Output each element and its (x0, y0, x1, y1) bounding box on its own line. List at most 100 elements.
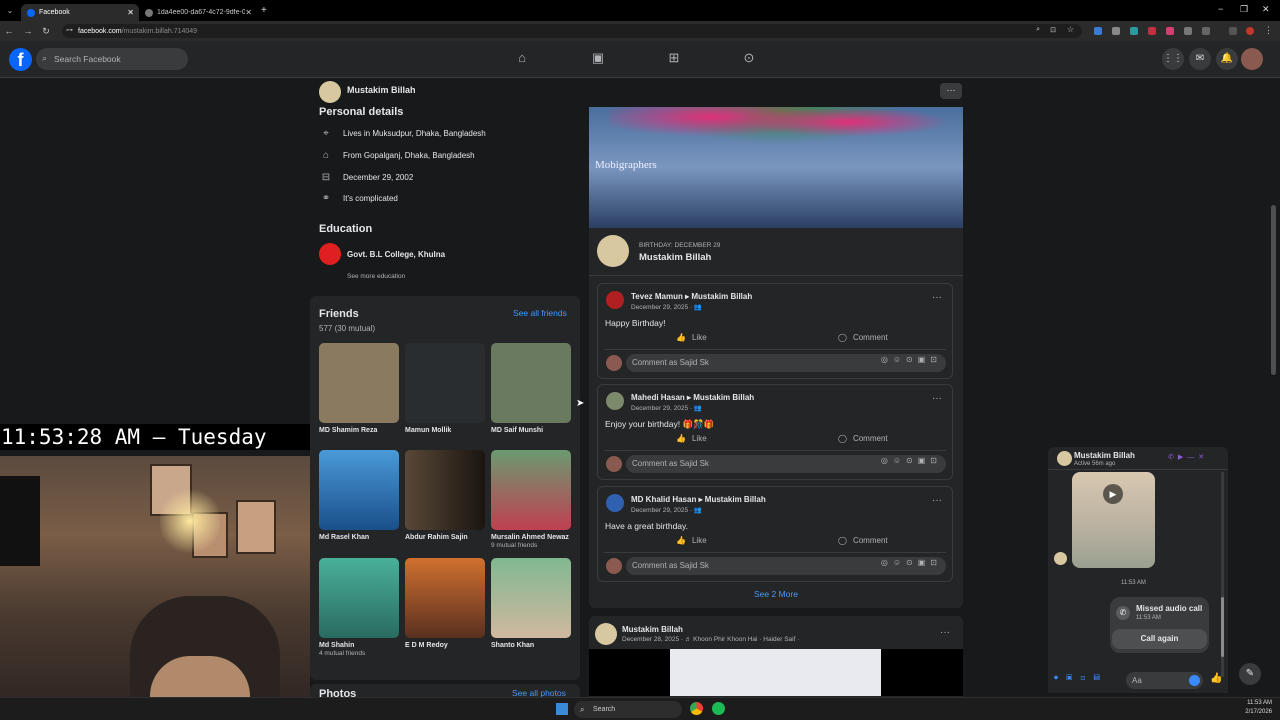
birthday-avatar[interactable] (597, 235, 629, 267)
friend-tile[interactable]: Md Rasel Khan (319, 450, 399, 541)
friend-tile[interactable]: Mursalin Ahmed Newaz 9 mutual friends (491, 450, 571, 549)
friend-name[interactable]: E D M Redoy (405, 642, 485, 649)
post-options-icon[interactable]: ··· (932, 393, 942, 404)
friend-tile[interactable]: Mamun Mollik (405, 343, 485, 434)
post-options-icon[interactable]: ··· (932, 495, 942, 506)
friend-name[interactable]: Mamun Mollik (405, 427, 485, 434)
browser-profile-icon[interactable] (1246, 27, 1254, 35)
marketplace-icon[interactable]: ⊞ (665, 50, 683, 68)
tab-facebook[interactable]: Facebook ✕ (21, 4, 139, 21)
friend-photo[interactable] (491, 450, 571, 530)
friend-tile[interactable]: Abdur Rahim Sajin (405, 450, 485, 541)
like-button[interactable]: 👍 Like (676, 434, 707, 443)
close-tab-icon[interactable]: ✕ (245, 8, 252, 17)
windows-start-icon[interactable] (556, 703, 568, 715)
author-avatar[interactable] (606, 392, 624, 410)
friend-tile[interactable]: Shanto Khan (491, 558, 571, 649)
chat-avatar[interactable] (1057, 451, 1072, 466)
birthday-name[interactable]: Mustakim Billah (639, 252, 711, 263)
post-options-icon[interactable]: ··· (940, 627, 950, 638)
video-icon[interactable]: ▣ (589, 50, 607, 68)
extension-icon[interactable] (1166, 27, 1174, 35)
friend-photo[interactable] (491, 343, 571, 423)
friend-photo[interactable] (319, 450, 399, 530)
close-tab-icon[interactable]: ✕ (127, 8, 134, 17)
author-avatar[interactable] (606, 494, 624, 512)
tab-list-icon[interactable]: ⌄ (3, 6, 17, 15)
post-date[interactable]: December 29, 2025 · 👥 (631, 303, 702, 311)
chat-contact-name[interactable]: Mustakim Billah (1074, 451, 1135, 460)
friend-photo[interactable] (405, 343, 485, 423)
new-message-button[interactable]: ✎ (1239, 663, 1261, 685)
menu-grid-icon[interactable]: ⋮⋮ (1162, 48, 1184, 70)
extension-icon[interactable] (1130, 27, 1138, 35)
minimize-button[interactable]: − (1218, 4, 1223, 14)
profile-name[interactable]: Mustakim Billah (347, 85, 416, 95)
author-name[interactable]: Mustakim Billah (622, 625, 683, 634)
extension-icon[interactable] (1094, 27, 1102, 35)
author-name[interactable]: MD Khalid Hasan ▸ Mustakim Billah (631, 495, 766, 504)
friend-photo[interactable] (319, 343, 399, 423)
tab-document[interactable]: 1da4ee00-da67-4c72-9dfe-02! ✕ (139, 4, 257, 21)
extension-icon[interactable] (1112, 27, 1120, 35)
video-player[interactable] (589, 649, 963, 696)
address-bar[interactable]: ⊶ facebook.com/mustakim.billah.714049 ⌕ … (62, 24, 1082, 38)
maximize-button[interactable]: ❐ (1240, 4, 1248, 15)
like-button[interactable]: 👍 Like (676, 536, 707, 545)
extension-icon[interactable] (1184, 27, 1192, 35)
friend-tile[interactable]: E D M Redoy (405, 558, 485, 649)
friend-name[interactable]: Abdur Rahim Sajin (405, 534, 485, 541)
like-thumb-icon[interactable]: 👍 (1210, 673, 1222, 684)
author-avatar[interactable] (606, 291, 624, 309)
facebook-logo-icon[interactable]: f (9, 48, 32, 71)
browser-menu-icon[interactable]: ⋮ (1264, 25, 1273, 36)
friend-name[interactable]: MD Shamim Reza (319, 427, 399, 434)
messenger-icon[interactable]: ✉ (1189, 48, 1211, 70)
friend-name[interactable]: Md Shahin (319, 642, 399, 649)
author-name[interactable]: Mahedi Hasan ▸ Mustakim Billah (631, 393, 754, 402)
post-meta[interactable]: December 28, 2025 · ♬ Khoon Phir Khoon H… (622, 636, 799, 643)
install-icon[interactable]: ⊡ (1050, 26, 1056, 34)
post-options-icon[interactable]: ··· (932, 292, 942, 303)
chrome-icon[interactable] (690, 702, 703, 715)
chat-composer-actions[interactable]: ⏺▣⊡▤ (1054, 673, 1108, 683)
comment-tools-icons[interactable]: ◎☺⊙▣⊡ (881, 355, 942, 364)
profile-avatar[interactable] (319, 81, 341, 103)
taskbar-search[interactable]: ⌕ Search (574, 701, 682, 718)
call-again-button[interactable]: Call again (1112, 629, 1207, 649)
spotify-icon[interactable] (712, 702, 725, 715)
notifications-icon[interactable]: 🔔 (1216, 48, 1238, 70)
friend-photo[interactable] (491, 558, 571, 638)
video-message-thumbnail[interactable]: ▶ (1072, 472, 1155, 568)
friend-tile[interactable]: MD Saif Munshi (491, 343, 571, 434)
profile-avatar[interactable] (1241, 48, 1263, 70)
post-date[interactable]: December 29, 2025 · 👥 (631, 404, 702, 412)
extensions-puzzle-icon[interactable] (1202, 27, 1210, 35)
friend-photo[interactable] (319, 558, 399, 638)
friend-photo[interactable] (405, 450, 485, 530)
comment-button[interactable]: ◯ Comment (838, 536, 888, 545)
chat-scrollbar[interactable] (1221, 472, 1224, 677)
school-name[interactable]: Govt. B.L College, Khulna (347, 250, 445, 259)
extension-icon[interactable] (1148, 27, 1156, 35)
play-icon[interactable]: ▶ (1103, 484, 1123, 504)
close-window-button[interactable]: ✕ (1262, 4, 1270, 15)
author-name[interactable]: Tevez Mamun ▸ Mustakim Billah (631, 292, 752, 301)
friend-name[interactable]: Mursalin Ahmed Newaz (491, 534, 571, 541)
friend-tile[interactable]: MD Shamim Reza (319, 343, 399, 434)
home-icon[interactable]: ⌂ (513, 50, 531, 68)
profile-more-button[interactable]: ··· (940, 83, 962, 99)
sidebar-icon[interactable] (1229, 27, 1237, 35)
friend-name[interactable]: Md Rasel Khan (319, 534, 399, 541)
taskbar-time[interactable]: 11:53 AM (1240, 700, 1272, 706)
see-all-friends-link[interactable]: See all friends (513, 308, 567, 318)
bookmark-star-icon[interactable]: ☆ (1067, 25, 1074, 34)
site-info-icon[interactable]: ⊶ (66, 26, 73, 34)
forward-arrow-icon[interactable]: → (23, 26, 33, 36)
back-arrow-icon[interactable]: ← (4, 26, 14, 36)
gaming-icon[interactable]: ⊙ (740, 50, 758, 68)
comment-tools-icons[interactable]: ◎☺⊙▣⊡ (881, 456, 942, 465)
comment-tools-icons[interactable]: ◎☺⊙▣⊡ (881, 558, 942, 567)
search-input[interactable]: ⌕ Search Facebook (36, 48, 188, 70)
taskbar-date[interactable]: 2/17/2026 (1240, 709, 1272, 715)
